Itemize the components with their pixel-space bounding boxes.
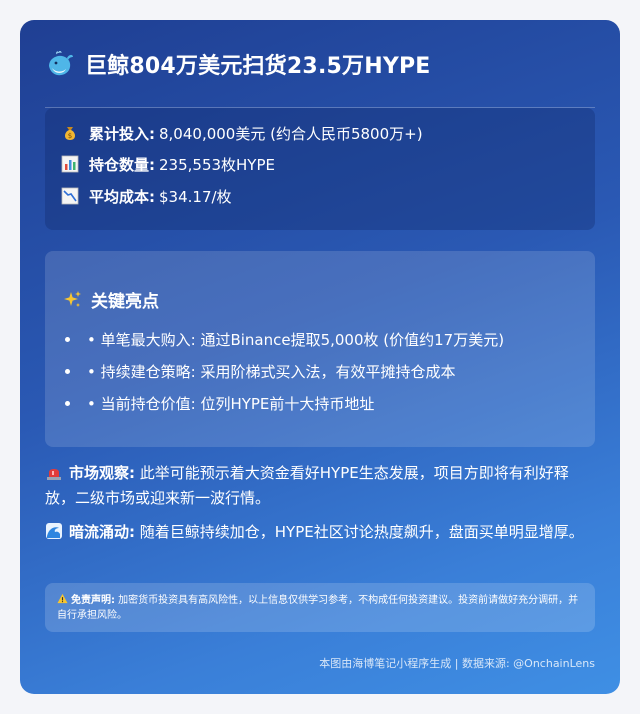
observation-label: 市场观察:: [69, 464, 135, 482]
stat-value: 8,040,000美元 (约合人民币5800万+): [159, 124, 423, 143]
warning-icon: [57, 593, 68, 604]
highlight-item: • 单笔最大购入: 通过Binance提取5,000枚 (价值约17万美元): [64, 331, 505, 349]
bar-chart-icon: [61, 155, 79, 173]
stat-label: 平均成本:: [89, 187, 155, 206]
wave-icon: [46, 523, 62, 539]
siren-icon: [47, 469, 61, 480]
disclaimer-box: 免责声明: 加密货币投资具有高风险性，以上信息仅供学习参考，不构成任何投资建议。…: [45, 583, 595, 632]
stat-value: $34.17/枚: [159, 187, 232, 206]
svg-text:$: $: [68, 132, 72, 140]
disclaimer-label: 免责声明:: [71, 595, 115, 606]
highlights-panel: 关键亮点 • 单笔最大购入: 通过Binance提取5,000枚 (价值约17万…: [45, 251, 595, 447]
stat-label: 持仓数量:: [89, 155, 155, 174]
undercurrent-text: 随着巨鲸持续加仓，HYPE社区讨论热度飙升，盘面买单明显增厚。: [135, 523, 584, 541]
highlights-title: 关键亮点: [63, 287, 159, 312]
undercurrent: 暗流涌动: 随着巨鲸持续加仓，HYPE社区讨论热度飙升，盘面买单明显增厚。: [45, 520, 595, 545]
sparkles-icon: [64, 290, 81, 307]
undercurrent-label: 暗流涌动:: [69, 523, 135, 541]
stat-average-cost: 平均成本: $34.17/枚: [61, 185, 232, 207]
highlight-item: • 持续建仓策略: 采用阶梯式买入法，有效平摊持仓成本: [64, 363, 456, 381]
highlight-item: • 当前持仓价值: 位列HYPE前十大持币地址: [64, 395, 375, 413]
stat-value: 235,553枚HYPE: [159, 155, 275, 174]
chart-decreasing-icon: [61, 187, 79, 205]
whale-icon: [49, 51, 73, 76]
news-card: 巨鲸804万美元扫货23.5万HYPE $ 累计投入: 8,040,000美元 …: [20, 20, 620, 694]
market-observation: 市场观察: 此举可能预示着大资金看好HYPE生态发展，项目方即将有利好释放，二级…: [45, 461, 595, 511]
stat-holdings: 持仓数量: 235,553枚HYPE: [61, 153, 275, 175]
stats-panel: $ 累计投入: 8,040,000美元 (约合人民币5800万+) 持仓数量: …: [45, 108, 595, 230]
disclaimer-text: 加密货币投资具有高风险性，以上信息仅供学习参考，不构成任何投资建议。投资前请做好…: [57, 595, 579, 621]
page-title: 巨鲸804万美元扫货23.5万HYPE: [85, 54, 431, 79]
money-bag-icon: $: [65, 127, 75, 140]
highlights-title-text: 关键亮点: [91, 292, 159, 312]
footer-credit: 本图由海博笔记小程序生成 | 数据来源: @OnchainLens: [319, 657, 595, 670]
card-header: 巨鲸804万美元扫货23.5万HYPE: [45, 42, 595, 108]
stat-label: 累计投入:: [89, 124, 155, 143]
stat-total-investment: $ 累计投入: 8,040,000美元 (约合人民币5800万+): [61, 122, 423, 144]
